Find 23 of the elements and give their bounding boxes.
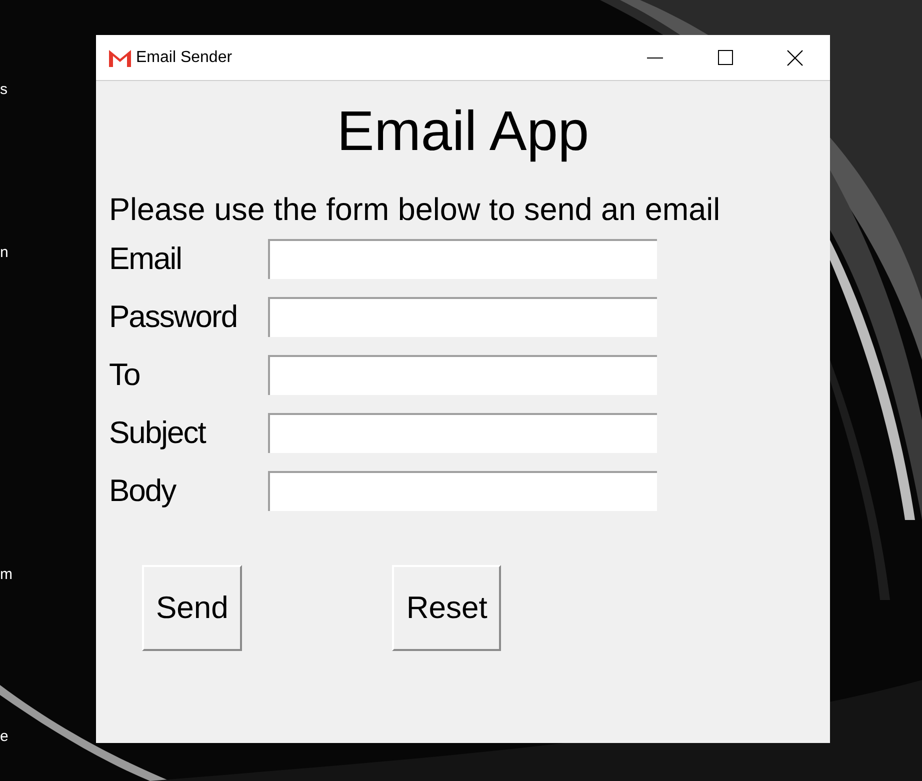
input-field[interactable] [268, 239, 657, 279]
field-label: Password [109, 298, 238, 336]
field-label: Body [109, 472, 178, 510]
window-title: Email Sender [136, 48, 232, 68]
form-button[interactable]: Send [142, 565, 242, 651]
desktop-icon-label[interactable]: n [0, 243, 8, 263]
app-heading: Email App [336, 98, 590, 164]
minimize-icon [647, 56, 663, 58]
input-field[interactable] [268, 297, 657, 337]
mail-logo-icon [108, 48, 132, 66]
desktop-icon-label[interactable]: s [0, 80, 8, 100]
maximize-icon [718, 50, 732, 65]
desktop-icon-label[interactable]: m [0, 565, 12, 585]
instructions-text: Please use the form below to send an email [109, 190, 722, 229]
desktop-icon-label[interactable]: e [0, 727, 8, 747]
input-field[interactable] [268, 355, 657, 395]
field-label: Subject [109, 414, 207, 452]
form-button[interactable]: Reset [392, 565, 502, 651]
close-icon [787, 50, 803, 66]
input-field[interactable] [268, 413, 657, 453]
input-field[interactable] [268, 471, 657, 511]
field-label: Email [109, 240, 183, 278]
field-label: To [109, 356, 141, 394]
